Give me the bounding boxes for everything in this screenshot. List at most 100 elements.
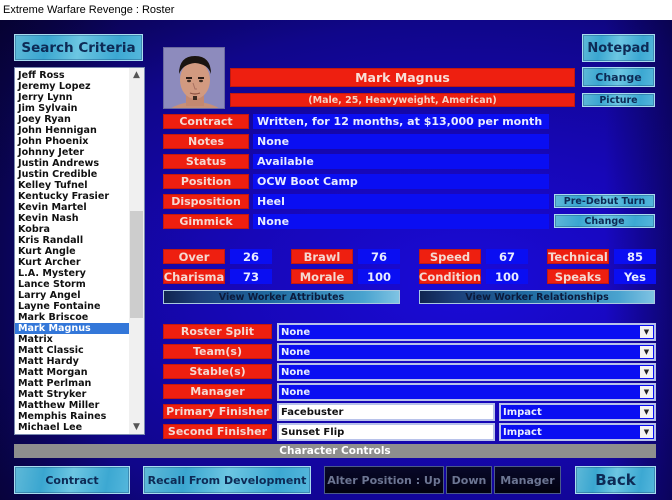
stat-value-brawl: 76: [358, 249, 400, 264]
scroll-down-icon[interactable]: ▼: [129, 420, 144, 434]
roster-item[interactable]: Jeremy Lopez: [15, 81, 129, 92]
stat-label-speaks: Speaks: [547, 269, 609, 284]
roster-item[interactable]: Matt Hardy: [15, 356, 129, 367]
worker-name: Mark Magnus: [230, 68, 575, 87]
info-label-position: Position: [163, 174, 249, 189]
roster-item[interactable]: Kentucky Frasier: [15, 191, 129, 202]
roster-item[interactable]: Matt Classic: [15, 345, 129, 356]
roster-item[interactable]: Kurt Archer: [15, 257, 129, 268]
roster-item[interactable]: Kelley Tufnel: [15, 180, 129, 191]
info-value-status: Available: [253, 154, 549, 169]
roster-item[interactable]: Jerry Lynn: [15, 92, 129, 103]
pre-debut-turn-button[interactable]: Pre-Debut Turn: [554, 194, 655, 208]
primary-finisher-label: Primary Finisher: [163, 404, 272, 419]
contract-button[interactable]: Contract: [14, 466, 130, 494]
stat-value-morale: 100: [358, 269, 400, 284]
worker-photo: [163, 47, 225, 109]
roster-item[interactable]: John Phoenix: [15, 136, 129, 147]
notepad-button[interactable]: Notepad: [582, 34, 655, 62]
stat-value-over: 26: [230, 249, 272, 264]
info-value-gimmick: None: [253, 214, 549, 229]
roster-item[interactable]: Justin Credible: [15, 169, 129, 180]
roster-item[interactable]: Kris Randall: [15, 235, 129, 246]
primary-finisher-name-input[interactable]: Facebuster: [277, 403, 495, 421]
roster-item[interactable]: L.A. Mystery: [15, 268, 129, 279]
roster-item[interactable]: Matrix: [15, 334, 129, 345]
info-label-contract: Contract: [163, 114, 249, 129]
roster-list[interactable]: Jeff Ross Jeremy Lopez Jerry Lynn Jim Sylva…: [14, 67, 145, 435]
primary-finisher-type-select[interactable]: Impact ▼: [499, 403, 656, 421]
roster-scrollbar[interactable]: ▲ ▼: [129, 68, 144, 434]
info-label-gimmick: Gimmick: [163, 214, 249, 229]
back-button[interactable]: Back: [575, 466, 656, 494]
second-finisher-name-input[interactable]: Sunset Flip: [277, 423, 495, 441]
roster-item[interactable]: Matt Stryker: [15, 389, 129, 400]
roster-item[interactable]: Michael Lee: [15, 422, 129, 433]
scroll-thumb[interactable]: [130, 211, 143, 318]
stat-value-speaks: Yes: [614, 269, 656, 284]
second-finisher-type-value: Impact: [503, 426, 542, 438]
stat-value-condition: 100: [486, 269, 528, 284]
stat-label-over: Over: [163, 249, 225, 264]
chevron-down-icon[interactable]: ▼: [640, 326, 653, 338]
assignment-select-value: None: [281, 346, 311, 358]
roster-item-selected[interactable]: Mark Magnus: [15, 323, 129, 334]
second-finisher-type-select[interactable]: Impact ▼: [499, 423, 656, 441]
recall-from-development-button[interactable]: Recall From Development: [143, 466, 311, 494]
chevron-down-icon[interactable]: ▼: [640, 406, 653, 418]
assignment-select-stable-s[interactable]: None ▼: [277, 363, 656, 381]
roster-item[interactable]: Matthew Miller: [15, 400, 129, 411]
change-gimmick-button[interactable]: Change: [554, 214, 655, 228]
roster-item[interactable]: Kobra: [15, 224, 129, 235]
window-title: Extreme Warfare Revenge : Roster: [0, 0, 672, 20]
primary-finisher-type-value: Impact: [503, 406, 542, 418]
stat-value-technical: 85: [614, 249, 656, 264]
roster-item[interactable]: Layne Fontaine: [15, 301, 129, 312]
assignment-select-team-s[interactable]: None ▼: [277, 343, 656, 361]
info-value-notes: None: [253, 134, 549, 149]
view-worker-relationships-button[interactable]: View Worker Relationships: [419, 290, 655, 304]
roster-item[interactable]: Jeff Ross: [15, 70, 129, 81]
chevron-down-icon[interactable]: ▼: [640, 346, 653, 358]
change-picture-button[interactable]: Change: [582, 67, 655, 87]
roster-item[interactable]: John Hennigan: [15, 125, 129, 136]
manager-button[interactable]: Manager: [494, 466, 561, 494]
picture-button[interactable]: Picture: [582, 93, 655, 107]
info-value-contract: Written, for 12 months, at $13,000 per m…: [253, 114, 549, 129]
roster-item[interactable]: Kevin Nash: [15, 213, 129, 224]
assignment-select-value: None: [281, 326, 311, 338]
assignment-select-manager[interactable]: None ▼: [277, 383, 656, 401]
assignment-select-value: None: [281, 386, 311, 398]
roster-item[interactable]: Kurt Angle: [15, 246, 129, 257]
roster-item[interactable]: Lance Storm: [15, 279, 129, 290]
roster-item[interactable]: Matt Perlman: [15, 378, 129, 389]
roster-item[interactable]: Joey Ryan: [15, 114, 129, 125]
stat-value-charisma: 73: [230, 269, 272, 284]
roster-item[interactable]: Larry Angel: [15, 290, 129, 301]
assignment-label-team-s: Team(s): [163, 344, 272, 359]
info-label-status: Status: [163, 154, 249, 169]
assignment-select-roster-split[interactable]: None ▼: [277, 323, 656, 341]
stat-label-speed: Speed: [419, 249, 481, 264]
search-criteria-button[interactable]: Search Criteria: [14, 34, 143, 61]
chevron-down-icon[interactable]: ▼: [640, 366, 653, 378]
stat-label-brawl: Brawl: [291, 249, 353, 264]
roster-item[interactable]: Johnny Jeter: [15, 147, 129, 158]
alter-position-up-button[interactable]: Alter Position : Up: [324, 466, 444, 494]
worker-portrait-icon: [164, 48, 224, 108]
stat-label-technical: Technical: [547, 249, 609, 264]
stat-label-charisma: Charisma: [163, 269, 225, 284]
alter-position-down-button[interactable]: Down: [446, 466, 492, 494]
roster-item[interactable]: Matt Morgan: [15, 367, 129, 378]
roster-item[interactable]: Kevin Martel: [15, 202, 129, 213]
stat-label-condition: Condition: [418, 269, 482, 284]
roster-item[interactable]: Mark Briscoe: [15, 312, 129, 323]
chevron-down-icon[interactable]: ▼: [640, 386, 653, 398]
scroll-up-icon[interactable]: ▲: [129, 68, 144, 82]
view-worker-attributes-button[interactable]: View Worker Attributes: [163, 290, 400, 304]
info-label-notes: Notes: [163, 134, 249, 149]
chevron-down-icon[interactable]: ▼: [640, 426, 653, 438]
roster-item[interactable]: Memphis Raines: [15, 411, 129, 422]
roster-item[interactable]: Jim Sylvain: [15, 103, 129, 114]
roster-item[interactable]: Justin Andrews: [15, 158, 129, 169]
